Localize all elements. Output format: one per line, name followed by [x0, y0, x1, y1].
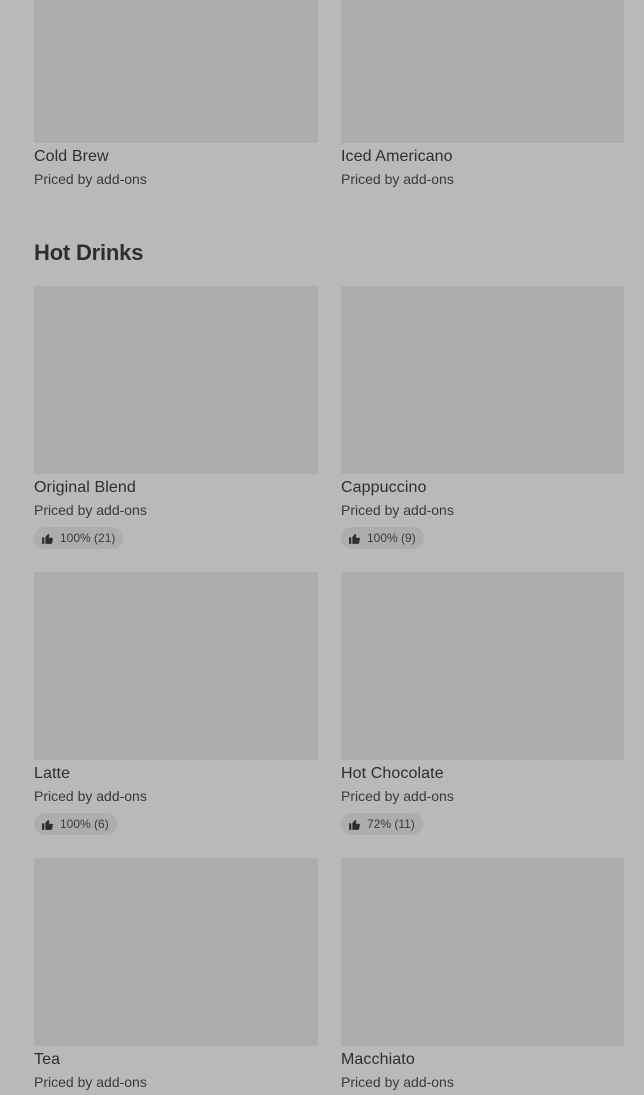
hot-drinks-row-2: Latte Priced by add-ons 100% (6) Hot Cho… — [34, 572, 624, 836]
thumbs-up-icon — [349, 819, 360, 830]
item-price: Priced by add-ons — [34, 171, 147, 187]
item-name: Macchiato — [341, 1051, 415, 1068]
item-price: Priced by add-ons — [341, 1074, 454, 1090]
hot-drinks-row-3: Tea Priced by add-ons Macchiato Priced b… — [34, 858, 624, 1090]
item-image — [34, 572, 318, 760]
top-items-grid: Cold Brew Priced by add-ons Iced America… — [34, 0, 624, 187]
item-name: Hot Chocolate — [341, 765, 444, 782]
rating-text: 100% (21) — [60, 531, 116, 545]
rating-text: 72% (11) — [367, 817, 415, 831]
menu-item-card-latte[interactable]: Latte Priced by add-ons 100% (6) — [34, 572, 318, 836]
item-price: Priced by add-ons — [341, 502, 454, 518]
rating-badge: 100% (21) — [34, 527, 124, 549]
item-image — [341, 858, 624, 1046]
item-image — [34, 286, 318, 474]
menu-item-card-tea[interactable]: Tea Priced by add-ons — [34, 858, 318, 1090]
menu-item-card-macchiato[interactable]: Macchiato Priced by add-ons — [341, 858, 624, 1090]
item-image — [341, 286, 624, 474]
item-name: Tea — [34, 1051, 61, 1068]
rating-badge: 100% (9) — [341, 527, 424, 549]
item-image — [34, 858, 318, 1046]
item-name: Latte — [34, 765, 71, 782]
item-image — [34, 0, 318, 143]
item-name: Cold Brew — [34, 148, 109, 165]
menu-item-card-hot-chocolate[interactable]: Hot Chocolate Priced by add-ons 72% (11) — [341, 572, 624, 836]
thumbs-up-icon — [42, 819, 53, 830]
item-image — [341, 572, 624, 760]
menu-item-card-original-blend[interactable]: Original Blend Priced by add-ons 100% (2… — [34, 286, 318, 550]
item-price: Priced by add-ons — [341, 788, 454, 804]
item-name: Original Blend — [34, 479, 136, 496]
menu-item-card-iced-americano[interactable]: Iced Americano Priced by add-ons — [341, 0, 624, 187]
thumbs-up-icon — [42, 533, 53, 544]
hot-drinks-row-1: Original Blend Priced by add-ons 100% (2… — [34, 286, 624, 550]
item-image — [341, 0, 624, 143]
item-name: Iced Americano — [341, 148, 453, 165]
rating-text: 100% (6) — [60, 817, 109, 831]
item-price: Priced by add-ons — [34, 502, 147, 518]
item-price: Priced by add-ons — [34, 1074, 147, 1090]
menu-item-card-cold-brew[interactable]: Cold Brew Priced by add-ons — [34, 0, 318, 187]
rating-badge: 100% (6) — [34, 813, 117, 835]
item-price: Priced by add-ons — [341, 171, 454, 187]
section-title-hot-drinks: Hot Drinks — [34, 240, 144, 265]
item-name: Cappuccino — [341, 479, 427, 496]
rating-text: 100% (9) — [367, 531, 416, 545]
item-price: Priced by add-ons — [34, 788, 147, 804]
menu-item-card-cappuccino[interactable]: Cappuccino Priced by add-ons 100% (9) — [341, 286, 624, 550]
thumbs-up-icon — [349, 533, 360, 544]
rating-badge: 72% (11) — [341, 813, 423, 835]
